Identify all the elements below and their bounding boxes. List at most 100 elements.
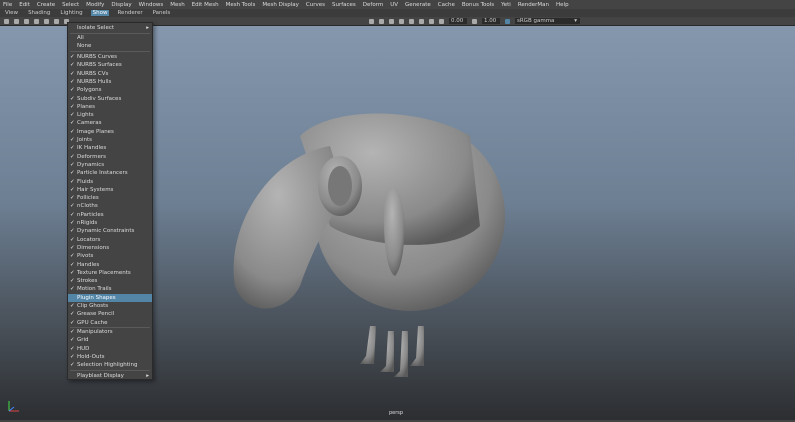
menu-curves[interactable]: Curves [306, 2, 325, 8]
panel-menu-shading[interactable]: Shading [26, 10, 52, 16]
menu-item-isolate-select[interactable]: Isolate Select ▸ [68, 24, 152, 32]
menu-cache[interactable]: Cache [438, 2, 455, 8]
isolate-select-icon[interactable] [419, 18, 424, 24]
checkmark-icon: ✓ [70, 353, 75, 360]
menu-item-handles[interactable]: ✓ Handles [68, 261, 152, 269]
menu-item-selection-highlighting[interactable]: ✓ Selection Highlighting [68, 361, 152, 369]
menu-item-gpu-cache[interactable]: ✓ GPU Cache [68, 319, 152, 327]
menu-mesh-tools[interactable]: Mesh Tools [226, 2, 256, 8]
menu-surfaces[interactable]: Surfaces [332, 2, 356, 8]
menu-item-clip-ghosts[interactable]: ✓ Clip Ghosts [68, 302, 152, 310]
menu-item-nurbs-hulls[interactable]: ✓ NURBS Hulls [68, 78, 152, 86]
select-camera-icon[interactable] [4, 18, 9, 24]
checkmark-icon: ✓ [70, 170, 75, 177]
menu-deform[interactable]: Deform [363, 2, 383, 8]
textured-icon[interactable] [389, 18, 394, 24]
camera-label: persp [389, 410, 404, 416]
menu-item-fluids[interactable]: ✓ Fluids [68, 178, 152, 186]
image-plane-icon[interactable] [34, 18, 39, 24]
menu-item-cameras[interactable]: ✓ Cameras [68, 119, 152, 127]
grid-icon[interactable] [44, 18, 49, 24]
menu-modify[interactable]: Modify [86, 2, 104, 8]
menu-item-subdiv-surfaces[interactable]: ✓ Subdiv Surfaces [68, 95, 152, 103]
menu-item-texture-placements[interactable]: ✓ Texture Placements [68, 269, 152, 277]
bookmark-icon[interactable] [24, 18, 29, 24]
exposure-field[interactable]: 0.00 [449, 18, 467, 24]
menu-yeti[interactable]: Yeti [501, 2, 511, 8]
checkmark-icon: ✓ [70, 145, 75, 152]
menu-item-deformers[interactable]: ✓ Deformers [68, 153, 152, 161]
menu-item-hair-systems[interactable]: ✓ Hair Systems [68, 186, 152, 194]
menu-item-hold-outs[interactable]: ✓ Hold-Outs [68, 353, 152, 361]
menu-bonus-tools[interactable]: Bonus Tools [462, 2, 494, 8]
menu-item-follicles[interactable]: ✓ Follicles [68, 194, 152, 202]
panel-menu-lighting[interactable]: Lighting [58, 10, 84, 16]
checkmark-icon: ✓ [70, 120, 75, 127]
menu-item-grease-pencil[interactable]: ✓ Grease Pencil [68, 310, 152, 318]
menu-item-pivots[interactable]: ✓ Pivots [68, 252, 152, 260]
menu-file[interactable]: File [3, 2, 12, 8]
checkmark-icon: ✓ [70, 103, 75, 110]
menu-item-motion-trails[interactable]: ✓ Motion Trails [68, 285, 152, 293]
xray-icon[interactable] [429, 18, 434, 24]
menu-item-hud[interactable]: ✓ HUD [68, 345, 152, 353]
color-space-select[interactable]: sRGB gamma ▾ [515, 18, 580, 24]
menu-item-nurbs-surfaces[interactable]: ✓ NURBS Surfaces [68, 61, 152, 69]
wireframe-icon[interactable] [369, 18, 374, 24]
menu-item-dynamics[interactable]: ✓ Dynamics [68, 161, 152, 169]
menu-renderman[interactable]: RenderMan [518, 2, 549, 8]
menu-item-nurbs-cvs[interactable]: ✓ NURBS CVs [68, 70, 152, 78]
exposure-icon[interactable] [439, 18, 444, 24]
menu-help[interactable]: Help [556, 2, 569, 8]
menu-mesh[interactable]: Mesh [170, 2, 184, 8]
menu-item-strokes[interactable]: ✓ Strokes [68, 277, 152, 285]
panel-menu-view[interactable]: View [3, 10, 20, 16]
menu-item-particle-instancers[interactable]: ✓ Particle Instancers [68, 169, 152, 177]
menu-item-nparticles[interactable]: ✓ nParticles [68, 211, 152, 219]
checkmark-icon: ✓ [70, 311, 75, 318]
checkmark-icon: ✓ [70, 186, 75, 193]
checkmark-icon: ✓ [70, 236, 75, 243]
panel-menu-show[interactable]: Show [90, 10, 110, 16]
menu-select[interactable]: Select [62, 2, 79, 8]
smooth-shade-icon[interactable] [379, 18, 384, 24]
menu-uv[interactable]: UV [390, 2, 398, 8]
menu-create[interactable]: Create [37, 2, 55, 8]
checkmark-icon: ✓ [70, 153, 75, 160]
menu-item-planes[interactable]: ✓ Planes [68, 103, 152, 111]
panel-menu-renderer[interactable]: Renderer [115, 10, 144, 16]
menu-item-polygons[interactable]: ✓ Polygons [68, 86, 152, 94]
menu-item-dynamic-constraints[interactable]: ✓ Dynamic Constraints [68, 227, 152, 235]
menu-item-grid[interactable]: ✓ Grid [68, 336, 152, 344]
film-gate-icon[interactable] [54, 18, 59, 24]
axis-gizmo-icon [6, 400, 20, 416]
menu-item-none[interactable]: None [68, 42, 152, 50]
menu-display[interactable]: Display [111, 2, 131, 8]
menu-item-all[interactable]: All [68, 34, 152, 42]
menu-item-nurbs-curves[interactable]: ✓ NURBS Curves [68, 53, 152, 61]
menu-item-lights[interactable]: ✓ Lights [68, 111, 152, 119]
menu-windows[interactable]: Windows [139, 2, 164, 8]
menu-generate[interactable]: Generate [405, 2, 431, 8]
shadows-icon[interactable] [409, 18, 414, 24]
gamma-field[interactable]: 1.00 [482, 18, 500, 24]
menu-item-plugin-shapes[interactable]: Plugin Shapes [68, 293, 152, 302]
checkmark-icon: ✓ [70, 261, 75, 268]
menu-item-image-planes[interactable]: ✓ Image Planes [68, 128, 152, 136]
menu-mesh-display[interactable]: Mesh Display [262, 2, 299, 8]
menu-item-playblast-display[interactable]: Playblast Display ▸ [68, 372, 152, 380]
menu-edit-mesh[interactable]: Edit Mesh [192, 2, 219, 8]
camera-attributes-icon[interactable] [14, 18, 19, 24]
menu-item-ik-handles[interactable]: ✓ IK Handles [68, 144, 152, 152]
panel-menu-panels[interactable]: Panels [151, 10, 173, 16]
menu-edit[interactable]: Edit [19, 2, 30, 8]
lights-icon[interactable] [399, 18, 404, 24]
menu-item-nrigids[interactable]: ✓ nRigids [68, 219, 152, 227]
menu-item-joints[interactable]: ✓ Joints [68, 136, 152, 144]
gamma-icon[interactable] [472, 18, 477, 24]
menu-item-dimensions[interactable]: ✓ Dimensions [68, 244, 152, 252]
menu-item-ncloths[interactable]: ✓ nCloths [68, 202, 152, 210]
menu-item-locators[interactable]: ✓ Locators [68, 236, 152, 244]
menu-item-manipulators[interactable]: ✓ Manipulators [68, 328, 152, 336]
color-management-icon[interactable] [505, 18, 510, 24]
